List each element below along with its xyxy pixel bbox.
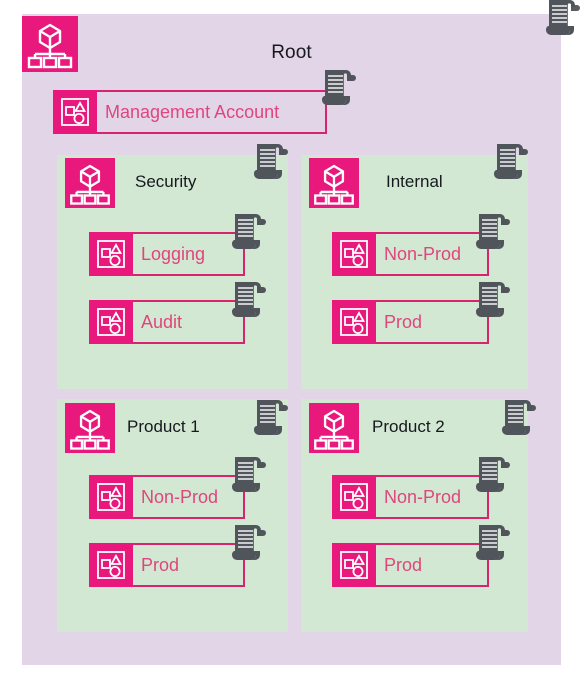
organizational-unit-icon-internal — [309, 158, 359, 208]
scp-policy-icon-product-2-non-prod[interactable] — [476, 455, 510, 495]
account-icon — [89, 232, 133, 276]
scp-policy-icon-security-logging[interactable] — [232, 212, 266, 252]
account-label: Management Account — [105, 102, 280, 122]
organizational-unit-icon-security — [65, 158, 115, 208]
ou-label-product-1: Product 1 — [127, 417, 200, 436]
account-internal-non-prod[interactable]: Non-Prod — [332, 232, 489, 276]
account-label: Prod — [384, 555, 423, 575]
organizational-unit-icon-product-1 — [65, 403, 115, 453]
organizational-unit-icon-product-2 — [309, 403, 359, 453]
root-label: Root — [271, 42, 312, 63]
scp-policy-icon-product-2-prod[interactable] — [476, 523, 510, 563]
account-icon — [332, 300, 376, 344]
account-label: Non-Prod — [384, 487, 462, 507]
account-product-2-non-prod[interactable]: Non-Prod — [332, 475, 489, 519]
account-icon — [53, 90, 97, 134]
account-label: Logging — [141, 244, 206, 264]
ou-label-security: Security — [135, 172, 197, 191]
scp-policy-icon-ou-security[interactable] — [254, 142, 288, 182]
account-icon — [332, 232, 376, 276]
scp-policy-icon-security-audit[interactable] — [232, 280, 266, 320]
scp-policy-icon-ou-internal[interactable] — [494, 142, 528, 182]
account-icon — [332, 475, 376, 519]
account-product-2-prod[interactable]: Prod — [332, 543, 489, 587]
account-product-1-non-prod[interactable]: Non-Prod — [89, 475, 245, 519]
scp-policy-icon-management-account[interactable] — [322, 68, 356, 108]
account-management-account[interactable]: Management Account — [53, 90, 327, 134]
account-icon — [89, 300, 133, 344]
scp-policy-icon-internal-non-prod[interactable] — [476, 212, 510, 252]
account-product-1-prod[interactable]: Prod — [89, 543, 245, 587]
scp-policy-icon-internal-prod[interactable] — [476, 280, 510, 320]
ou-label-product-2: Product 2 — [372, 417, 445, 436]
account-label: Non-Prod — [141, 487, 219, 507]
account-label: Prod — [141, 555, 180, 575]
account-icon — [332, 543, 376, 587]
scp-policy-icon-root[interactable] — [546, 0, 580, 38]
account-internal-prod[interactable]: Prod — [332, 300, 489, 344]
account-icon — [89, 475, 133, 519]
organization-root-icon — [22, 16, 78, 72]
scp-policy-icon-product-1-prod[interactable] — [232, 523, 266, 563]
account-label: Non-Prod — [384, 244, 462, 264]
scp-policy-icon-ou-product-1[interactable] — [254, 398, 288, 438]
account-label: Audit — [141, 312, 183, 332]
scp-policy-icon-ou-product-2[interactable] — [502, 398, 536, 438]
account-icon — [89, 543, 133, 587]
ou-label-internal: Internal — [386, 172, 443, 191]
account-label: Prod — [384, 312, 423, 332]
scp-policy-icon-product-1-non-prod[interactable] — [232, 455, 266, 495]
account-security-audit[interactable]: Audit — [89, 300, 245, 344]
account-security-logging[interactable]: Logging — [89, 232, 245, 276]
